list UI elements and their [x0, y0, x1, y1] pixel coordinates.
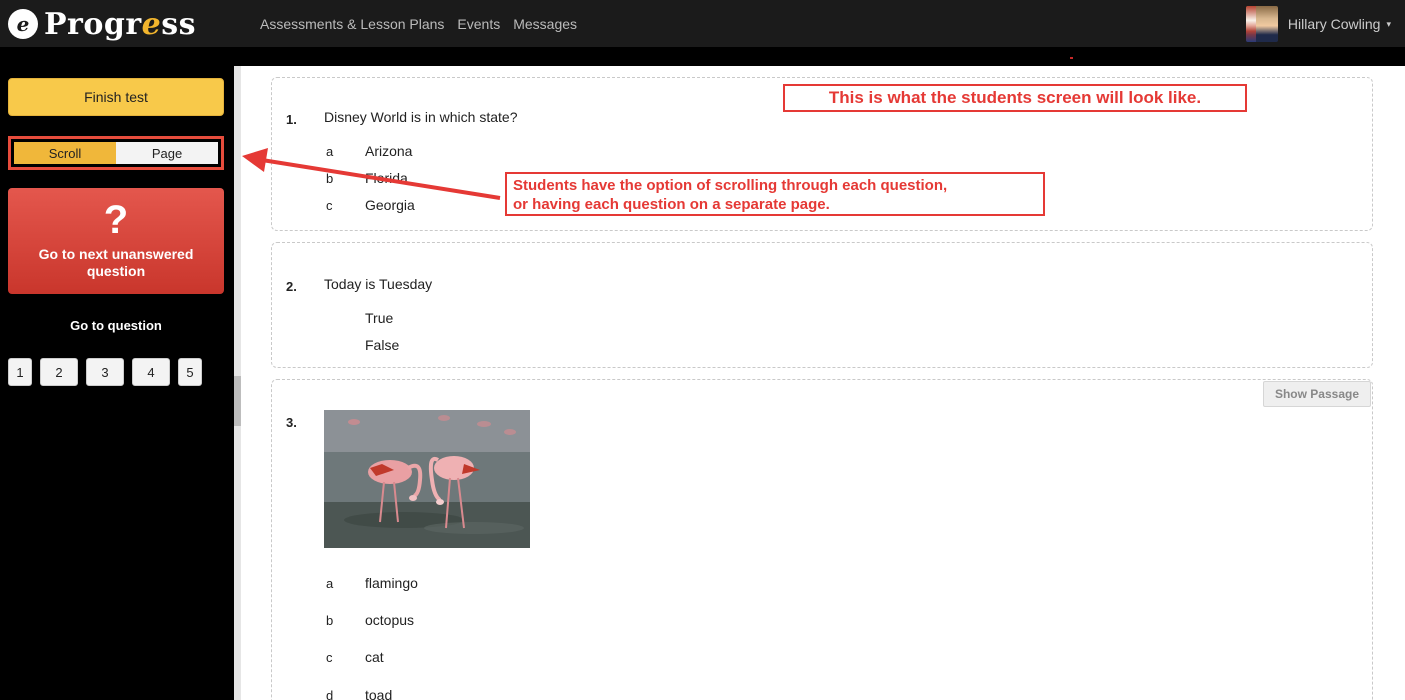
- question-number-button[interactable]: 3: [86, 358, 124, 386]
- nav-messages[interactable]: Messages: [513, 16, 577, 32]
- annotation-callout-top: This is what the students screen will lo…: [783, 84, 1247, 112]
- option-text[interactable]: Arizona: [365, 143, 412, 159]
- sidebar: Finish test Scroll Page ? Go to next una…: [0, 66, 234, 700]
- question-number-list: 1 2 3 4 5: [8, 358, 224, 386]
- question-number-button[interactable]: 5: [178, 358, 202, 386]
- option-letter: c: [326, 650, 333, 665]
- question-card-2: 2. Today is Tuesday True False: [271, 242, 1373, 368]
- option-text[interactable]: False: [365, 337, 399, 353]
- scroll-mode-button[interactable]: Scroll: [14, 142, 116, 164]
- nav-assessments[interactable]: Assessments & Lesson Plans: [260, 16, 444, 32]
- view-mode-toggle: Scroll Page: [8, 136, 224, 170]
- header-divider: [0, 48, 1405, 66]
- annotation-line-2: or having each question on a separate pa…: [513, 196, 830, 213]
- option-text[interactable]: Florida: [365, 170, 408, 186]
- next-unanswered-button[interactable]: ? Go to next unanswered question: [8, 188, 224, 294]
- top-navbar: e Progress Assessments & Lesson Plans Ev…: [0, 0, 1405, 48]
- question-number: 2.: [286, 279, 297, 294]
- user-name: Hillary Cowling: [1287, 16, 1381, 32]
- option-letter: b: [326, 171, 334, 186]
- flamingo-illustration: [324, 410, 530, 548]
- finish-test-button[interactable]: Finish test: [8, 78, 224, 116]
- option-letter: d: [326, 688, 334, 700]
- option-letter: c: [326, 198, 333, 213]
- chevron-down-icon: ▾: [1386, 18, 1391, 29]
- user-menu[interactable]: Hillary Cowling ▾: [1245, 6, 1391, 42]
- option-letter: a: [326, 576, 334, 591]
- question-number-button[interactable]: 4: [132, 358, 170, 386]
- page-mode-button[interactable]: Page: [116, 142, 218, 164]
- option-letter: a: [326, 144, 334, 159]
- annotation-callout-mid: Students have the option of scrolling th…: [505, 172, 1045, 216]
- question-number-button[interactable]: 1: [8, 358, 32, 386]
- next-unanswered-label: Go to next unanswered question: [38, 246, 194, 279]
- question-text: Disney World is in which state?: [324, 109, 518, 125]
- question-number: 3.: [286, 415, 297, 430]
- question-card-3: Show Passage 3. a flamingo b octopus c c…: [271, 379, 1373, 700]
- divider-mark: [1070, 57, 1073, 59]
- question-mark-icon: ?: [103, 198, 129, 242]
- option-text[interactable]: flamingo: [365, 575, 418, 591]
- option-letter: b: [326, 613, 334, 628]
- show-passage-button[interactable]: Show Passage: [1263, 381, 1371, 407]
- nav-events[interactable]: Events: [457, 16, 500, 32]
- question-number-button[interactable]: 2: [40, 358, 78, 386]
- sidebar-scrollbar[interactable]: [234, 66, 241, 700]
- logo-mark-icon: e: [8, 9, 38, 39]
- main-nav: Assessments & Lesson Plans Events Messag…: [260, 0, 590, 48]
- avatar: [1245, 6, 1278, 42]
- option-text[interactable]: cat: [365, 649, 384, 665]
- scrollbar-thumb[interactable]: [234, 376, 241, 426]
- goto-question-label: Go to question: [70, 318, 162, 333]
- flamingo-photo: [324, 410, 530, 548]
- option-text[interactable]: toad: [365, 687, 392, 700]
- option-text[interactable]: octopus: [365, 612, 414, 628]
- option-text[interactable]: Georgia: [365, 197, 415, 213]
- option-text[interactable]: True: [365, 310, 393, 326]
- logo[interactable]: e Progress: [8, 6, 196, 42]
- question-area: 1. Disney World is in which state? a Ari…: [241, 66, 1405, 700]
- logo-text: Progress: [44, 6, 197, 42]
- annotation-line-1: Students have the option of scrolling th…: [513, 177, 948, 194]
- question-text: Today is Tuesday: [324, 276, 433, 292]
- question-number: 1.: [286, 112, 297, 127]
